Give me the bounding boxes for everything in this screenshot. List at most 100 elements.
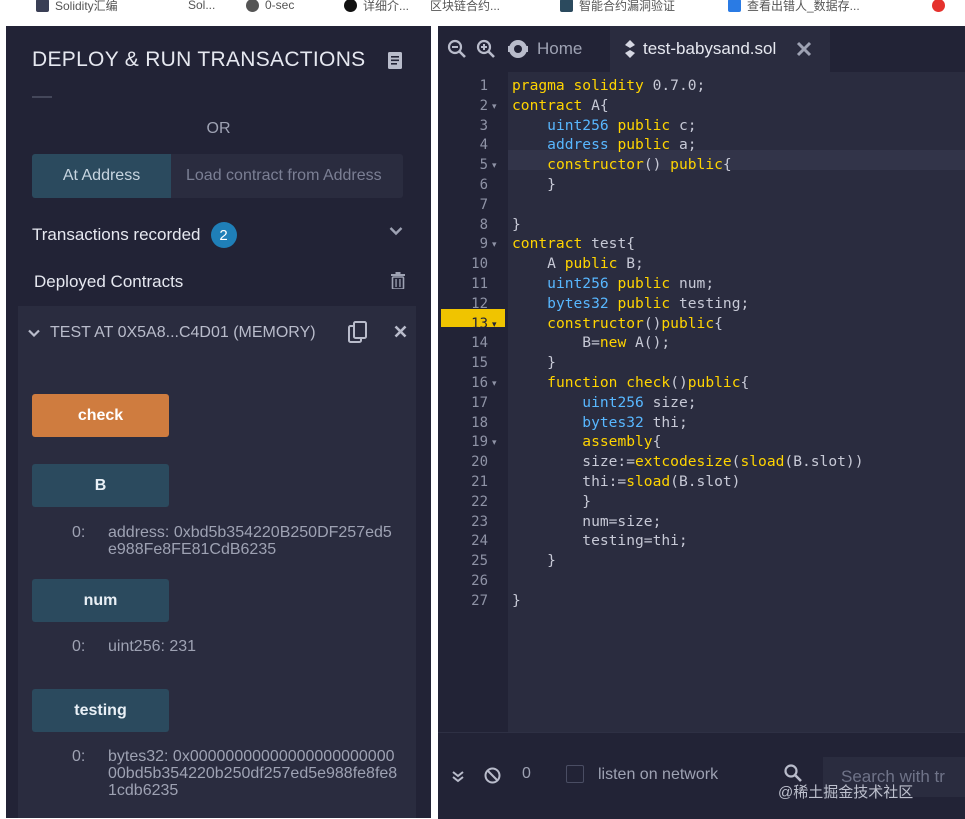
bookmark-item[interactable]: 详细介... bbox=[344, 0, 409, 14]
line-number[interactable]: 7 bbox=[438, 195, 488, 215]
home-tab-label: Home bbox=[537, 39, 583, 58]
code-line: uint256 public c; bbox=[547, 116, 697, 134]
chevron-double-down-icon[interactable] bbox=[452, 771, 464, 783]
line-number[interactable]: 22 bbox=[438, 492, 488, 512]
transactions-recorded-toggle[interactable]: Transactions recorded 2 bbox=[32, 222, 237, 248]
line-number[interactable]: 21 bbox=[438, 472, 488, 492]
fold-icon[interactable]: ▾ bbox=[492, 96, 497, 116]
code-line: uint256 public num; bbox=[547, 275, 715, 292]
bookmark-icon bbox=[932, 0, 945, 12]
line-number[interactable]: 4 bbox=[438, 135, 488, 155]
code-line: } bbox=[512, 354, 556, 372]
code-line: } bbox=[512, 591, 521, 609]
listen-on-network-checkbox[interactable] bbox=[566, 765, 584, 783]
bookmark-item[interactable]: Sol... bbox=[188, 0, 215, 14]
terminal-bar: 0 listen on network Search with tr @稀土掘金… bbox=[438, 732, 965, 819]
fold-icon[interactable]: ▾ bbox=[492, 432, 497, 452]
pending-tx-count: 0 bbox=[522, 765, 531, 782]
chevron-down-icon[interactable] bbox=[389, 226, 403, 236]
line-number[interactable]: 15 bbox=[438, 353, 488, 373]
result-value: bytes32: 0x0000000000000000000000000bd5b… bbox=[108, 748, 398, 799]
line-number[interactable]: 20 bbox=[438, 452, 488, 472]
code-line: function check()public{ bbox=[547, 374, 750, 391]
code-line: constructor()public{ bbox=[547, 314, 723, 332]
instance-header[interactable]: TEST AT 0X5A8...C4D01 (MEMORY) bbox=[28, 324, 316, 342]
watermark: @稀土掘金技术社区 bbox=[778, 784, 914, 801]
line-number[interactable]: 17 bbox=[438, 393, 488, 413]
search-icon[interactable] bbox=[784, 764, 802, 782]
code-line: uint256 size; bbox=[582, 393, 697, 411]
zoom-out-icon[interactable] bbox=[447, 39, 467, 59]
bookmark-item[interactable]: 区块链合约... bbox=[430, 0, 500, 14]
line-number[interactable]: 11 bbox=[438, 274, 488, 294]
line-number[interactable]: 6 bbox=[438, 175, 488, 195]
bookmark-item[interactable]: 查看出错人_数据存... bbox=[728, 0, 860, 14]
line-number[interactable]: 24 bbox=[438, 531, 488, 551]
fold-icon[interactable]: ▾ bbox=[492, 314, 497, 334]
line-number[interactable]: 13 bbox=[438, 314, 488, 334]
instance-title: TEST AT 0X5A8...C4D01 (MEMORY) bbox=[50, 324, 316, 341]
tab-home[interactable]: Home bbox=[507, 26, 582, 72]
b-result: 0: address: 0xbd5b354220B250DF257ed5e988… bbox=[72, 524, 412, 560]
trash-icon[interactable] bbox=[391, 272, 405, 289]
transactions-count-badge: 2 bbox=[210, 222, 237, 248]
editor-panel: Home test-babysand.sol 1 2 ▾ 3 4 5 ▾ 6 7 8 9 ▾ 10 11 1… bbox=[438, 26, 965, 819]
at-address-button[interactable]: At Address bbox=[32, 154, 171, 198]
bookmark-label: 智能合约漏洞验证 bbox=[579, 0, 676, 13]
line-number[interactable]: 12 bbox=[438, 294, 488, 314]
clear-console-icon[interactable] bbox=[484, 767, 501, 784]
code-line: bytes32 thi; bbox=[582, 413, 688, 431]
code-line: constructor() public{ bbox=[547, 156, 732, 174]
code-line: pragma solidity 0.7.0; bbox=[512, 77, 706, 94]
or-label: OR bbox=[206, 120, 231, 137]
bookmark-label: 0-sec bbox=[265, 0, 295, 12]
remix-logo-icon bbox=[508, 40, 528, 58]
fold-icon[interactable]: ▾ bbox=[492, 234, 497, 254]
copy-icon[interactable] bbox=[348, 321, 368, 343]
line-number[interactable]: 14 bbox=[438, 333, 488, 353]
line-number[interactable]: 16 bbox=[438, 373, 488, 393]
fold-icon[interactable]: ▾ bbox=[492, 373, 497, 393]
b-call-button[interactable]: B bbox=[32, 464, 169, 507]
fold-icon[interactable]: ▾ bbox=[492, 155, 497, 175]
listen-on-network-label: listen on network bbox=[598, 766, 719, 783]
deployed-instance: TEST AT 0X5A8...C4D01 (MEMORY) check B 0… bbox=[18, 306, 416, 818]
line-number[interactable]: 10 bbox=[438, 254, 488, 274]
line-number[interactable]: 3 bbox=[438, 116, 488, 136]
line-number[interactable]: 8 bbox=[438, 215, 488, 235]
line-number-gutter: 1 2 ▾ 3 4 5 ▾ 6 7 8 9 ▾ 10 11 12 13 ▾ 14 15 16 ▾ 17 18 19 ▾ 20 21 2… bbox=[438, 72, 508, 732]
transactions-recorded-label: Transactions recorded bbox=[32, 225, 201, 244]
close-icon[interactable] bbox=[796, 41, 812, 57]
solidity-file-icon bbox=[625, 40, 635, 58]
code-line: size:=extcodesize(sload(B.slot)) bbox=[512, 453, 864, 471]
line-number[interactable]: 19 bbox=[438, 432, 488, 452]
bookmarks-bar: Solidity汇编 Sol... 0-sec 详细介... 区块链合约... … bbox=[0, 0, 965, 14]
line-number[interactable]: 2 bbox=[438, 96, 488, 116]
code-line: bytes32 public testing; bbox=[547, 294, 750, 312]
bookmark-label: 区块链合约... bbox=[430, 0, 501, 13]
num-call-button[interactable]: num bbox=[32, 579, 169, 622]
code-area[interactable]: pragma solidity 0.7.0; contract A{ uint25… bbox=[508, 72, 965, 732]
tab-file[interactable]: test-babysand.sol bbox=[610, 26, 830, 72]
bookmark-item[interactable]: 0-sec bbox=[246, 0, 294, 14]
bookmark-item[interactable]: Solidity汇编 bbox=[36, 0, 118, 14]
line-number[interactable]: 25 bbox=[438, 551, 488, 571]
zoom-in-icon[interactable] bbox=[476, 39, 496, 59]
check-button[interactable]: check bbox=[32, 394, 169, 437]
line-number[interactable]: 5 bbox=[438, 155, 488, 175]
line-number[interactable]: 27 bbox=[438, 591, 488, 611]
bookmark-item[interactable]: 智能合约漏洞验证 bbox=[560, 0, 675, 14]
load-address-input[interactable]: Load contract from Address bbox=[171, 154, 403, 198]
line-number[interactable]: 26 bbox=[438, 571, 488, 591]
testing-call-button[interactable]: testing bbox=[32, 689, 169, 732]
bookmark-label: 详细介... bbox=[363, 0, 410, 13]
line-number[interactable]: 1 bbox=[438, 76, 488, 96]
code-line: } bbox=[512, 176, 556, 193]
bookmark-item[interactable] bbox=[932, 0, 945, 14]
line-number[interactable]: 18 bbox=[438, 413, 488, 433]
line-number[interactable]: 23 bbox=[438, 512, 488, 532]
code-line: B=new A(); bbox=[512, 334, 671, 352]
close-icon[interactable] bbox=[394, 325, 407, 338]
documentation-icon[interactable] bbox=[388, 52, 402, 69]
line-number[interactable]: 9 bbox=[438, 234, 488, 254]
